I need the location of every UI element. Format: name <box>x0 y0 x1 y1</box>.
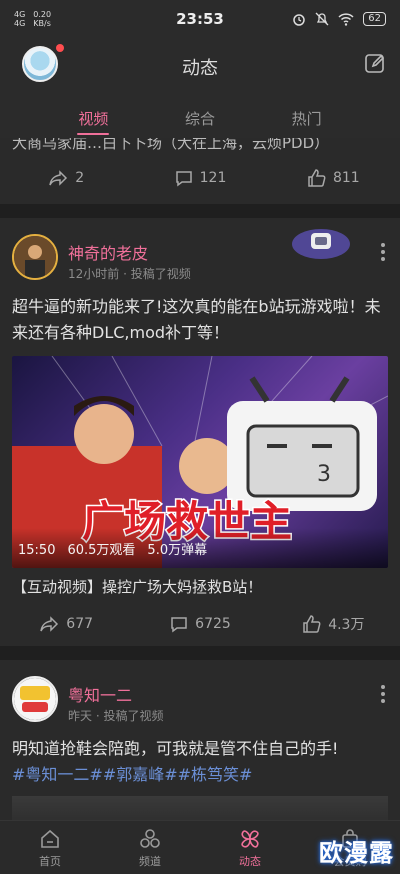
user-avatar-image <box>14 236 56 278</box>
feed-card[interactable]: 粤知一二 昨天 · 投稿了视频 明知道抢鞋会陪跑，可我就是管不住自己的手! #粤… <box>0 660 400 820</box>
nav-home[interactable]: 首页 <box>0 821 100 874</box>
feed-tabs: 视频 综合 热门 <box>0 94 400 138</box>
nav-channel-label: 频道 <box>139 854 161 868</box>
comment-button[interactable]: 121 <box>133 168 266 188</box>
edit-icon[interactable] <box>364 52 386 74</box>
share-button[interactable]: 677 <box>0 614 133 634</box>
mute-icon <box>315 12 329 26</box>
post-tags[interactable]: #粤知一二##郭嘉峰##栋笃笑# <box>12 762 388 788</box>
svg-text:3: 3 <box>317 462 331 487</box>
user-avatar[interactable] <box>12 676 58 722</box>
divider <box>0 204 400 218</box>
status-bar: 4G 4G 0.20 KB/s 23:53 62 <box>0 0 400 38</box>
video-thumbnail[interactable] <box>12 796 388 820</box>
nav-channel[interactable]: 频道 <box>100 821 200 874</box>
username[interactable]: 神奇的老皮 <box>68 240 148 264</box>
post-actions: 2 121 811 <box>0 156 400 200</box>
top-header: 动态 <box>0 38 400 94</box>
more-icon[interactable] <box>380 242 386 262</box>
post-text: 超牛逼的新功能来了!这次真的能在b站玩游戏啦！未来还有各种DLC,mod补丁等！ <box>12 297 381 342</box>
share-icon <box>40 616 59 632</box>
post-actions: 677 6725 4.3万 <box>0 602 400 646</box>
post-body: 明知道抢鞋会陪跑，可我就是管不住自己的手! <box>12 739 339 758</box>
comment-icon <box>171 617 187 633</box>
battery-indicator: 62 <box>363 12 386 26</box>
network-status: 4G 4G 0.20 KB/s <box>14 10 51 28</box>
nav-dynamic[interactable]: 动态 <box>200 821 300 874</box>
network-speed-unit: KB/s <box>33 19 51 28</box>
video-duration: 15:50 <box>18 543 56 558</box>
divider <box>0 646 400 660</box>
notification-dot <box>56 44 64 52</box>
post-text: 明知道抢鞋会陪跑，可我就是管不住自己的手! #粤知一二##郭嘉峰##栋笃笑# <box>0 732 400 788</box>
feed-card[interactable]: 神奇的老皮 12小时前 · 投稿了视频 超牛逼的新功能来了!这次真的能在b站玩游… <box>0 218 400 646</box>
comment-button[interactable]: 6725 <box>133 614 266 634</box>
channel-icon <box>140 828 160 848</box>
network-speed: 0.20 <box>33 10 52 19</box>
feed-card-partial[interactable]: 大商乌家庙…白下卜场（大在上海，云烦PDD） 2 121 811 <box>0 138 400 204</box>
thumbs-up-icon <box>308 169 326 187</box>
comment-icon <box>175 171 192 187</box>
card-header: 神奇的老皮 12小时前 · 投稿了视频 <box>0 218 400 290</box>
video-views: 60.5万观看 <box>67 543 136 558</box>
user-avatar-image <box>14 678 56 720</box>
feed-list[interactable]: 大商乌家庙…白下卜场（大在上海，云烦PDD） 2 121 811 神奇的老皮 1… <box>0 138 400 820</box>
card-header: 粤知一二 昨天 · 投稿了视频 <box>0 660 400 732</box>
wifi-icon <box>338 12 354 26</box>
comment-count: 121 <box>199 170 227 186</box>
more-icon[interactable] <box>380 684 386 704</box>
pinwheel-icon <box>241 829 259 848</box>
post-meta: 12小时前 · 投稿了视频 <box>68 267 191 281</box>
page-title: 动态 <box>182 58 218 79</box>
like-count: 4.3万 <box>328 617 365 633</box>
thumbs-up-icon <box>303 615 321 633</box>
video-stats: 15:50 60.5万观看 5.0万弹幕 <box>12 528 388 568</box>
user-avatar[interactable] <box>12 234 58 280</box>
like-count: 811 <box>332 170 360 186</box>
network-type-bottom: 4G <box>14 19 26 28</box>
comment-count: 6725 <box>195 616 231 632</box>
share-count: 677 <box>66 616 94 632</box>
video-danmaku: 5.0万弹幕 <box>147 543 208 558</box>
post-meta: 昨天 · 投稿了视频 <box>68 709 164 723</box>
video-thumbnail[interactable]: 3 广场救世主 15:50 60.5万观看 5.0万弹幕 <box>12 356 388 568</box>
like-button[interactable]: 4.3万 <box>267 614 400 634</box>
username[interactable]: 粤知一二 <box>68 682 132 706</box>
tab-video[interactable]: 视频 <box>63 94 123 138</box>
tab-comprehensive[interactable]: 综合 <box>170 94 230 138</box>
home-icon <box>41 829 59 848</box>
alarm-icon <box>293 14 306 26</box>
share-button[interactable]: 2 <box>0 168 133 188</box>
video-caption[interactable]: 【互动视频】操控广场大妈拯救B站！ <box>0 568 400 602</box>
watermark: 欧漫露 <box>319 839 394 867</box>
share-icon <box>49 170 68 186</box>
share-count: 2 <box>75 170 85 186</box>
nav-home-label: 首页 <box>39 854 61 868</box>
network-type-top: 4G <box>14 10 26 19</box>
decoration-badge <box>292 229 350 259</box>
like-button[interactable]: 811 <box>267 168 400 188</box>
nav-dynamic-label: 动态 <box>239 854 261 868</box>
tab-popular[interactable]: 热门 <box>277 94 337 138</box>
partial-post-text: 大商乌家庙…白下卜场（大在上海，云烦PDD） <box>12 138 330 152</box>
